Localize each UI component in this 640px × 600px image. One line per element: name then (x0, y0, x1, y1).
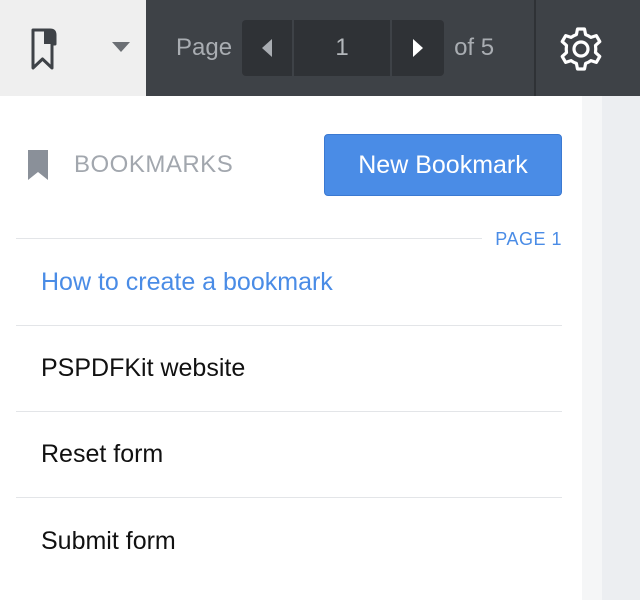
new-bookmark-button[interactable]: New Bookmark (324, 134, 562, 196)
prev-page-button[interactable] (242, 20, 293, 76)
toolbar: Page 1 of 5 (0, 0, 640, 96)
panel-edge (582, 96, 602, 600)
bookmark-item[interactable]: Submit form (16, 498, 562, 584)
page-navigator: Page 1 of 5 (146, 0, 494, 96)
bookmarks-header: BOOKMARKS New Bookmark (16, 134, 562, 196)
bookmark-item[interactable]: Reset form (16, 412, 562, 498)
bookmark-item[interactable]: PSPDFKit website (16, 326, 562, 412)
page-number-input[interactable]: 1 (294, 20, 391, 76)
triangle-right-icon (413, 39, 424, 57)
bookmark-item[interactable]: How to create a bookmark (16, 240, 562, 326)
bookmarks-sidebar: BOOKMARKS New Bookmark PAGE 1 How to cre… (0, 96, 582, 600)
bookmark-icon (31, 28, 57, 70)
caret-down-icon (112, 42, 130, 52)
sidebar-toggle-button[interactable] (0, 0, 146, 96)
page-label: Page (176, 34, 233, 61)
settings-button[interactable] (556, 24, 606, 74)
gear-icon (560, 27, 602, 71)
bookmark-list: How to create a bookmark PSPDFKit websit… (16, 240, 562, 584)
toolbar-divider (534, 0, 536, 96)
divider (16, 238, 482, 239)
triangle-left-icon (262, 39, 273, 57)
next-page-button[interactable] (392, 20, 445, 76)
bookmarks-title: BOOKMARKS (74, 151, 234, 178)
bookmark-icon (28, 150, 48, 180)
page-count-label: of 5 (454, 34, 495, 61)
